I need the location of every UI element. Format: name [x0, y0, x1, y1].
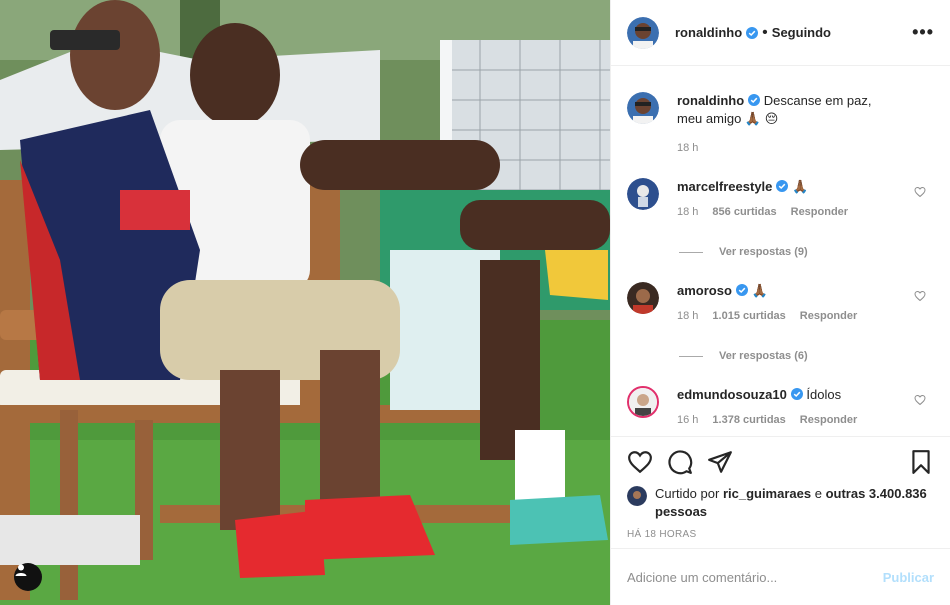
liker-avatar[interactable]: [627, 486, 647, 506]
comment-input[interactable]: [627, 569, 883, 585]
verified-badge-icon: [735, 284, 748, 296]
following-button[interactable]: Seguindo: [772, 25, 831, 40]
comments-list[interactable]: ronaldinho Descanse em paz, meu amigo 🙏🏾…: [611, 66, 950, 436]
liked-by-prefix: Curtido por: [655, 486, 720, 501]
comment-username[interactable]: amoroso: [677, 283, 732, 298]
post-timestamp[interactable]: HÁ 18 HORAS: [627, 529, 934, 540]
reply-button[interactable]: Responder: [800, 310, 857, 322]
comment-item: edmundosouza10 Ídolos 16 h 1.378 curtida…: [627, 386, 934, 426]
heart-icon[interactable]: [914, 394, 926, 406]
comment-text: edmundosouza10 Ídolos: [677, 386, 895, 404]
comment-item: marcelfreestyle 🙏🏾 18 h 856 curtidas Res…: [627, 178, 934, 218]
comment-body: 🙏🏾: [792, 179, 809, 194]
comment-text: amoroso 🙏🏾: [677, 282, 895, 300]
comment-username[interactable]: ronaldinho: [677, 93, 744, 108]
action-icons: [627, 449, 934, 475]
avatar[interactable]: [627, 92, 659, 124]
author-avatar[interactable]: [627, 16, 659, 49]
post-side-panel: ronaldinho • Seguindo ••• ronaldinho Des…: [610, 0, 950, 605]
post-header: ronaldinho • Seguindo •••: [611, 0, 950, 66]
heart-icon[interactable]: [914, 290, 926, 302]
comment-text: ronaldinho Descanse em paz, meu amigo 🙏🏾…: [677, 92, 895, 128]
comment-time: 16 h: [677, 414, 699, 426]
share-icon[interactable]: [707, 449, 733, 475]
bookmark-icon[interactable]: [908, 449, 934, 475]
reply-button[interactable]: Responder: [791, 206, 848, 218]
view-replies-button[interactable]: Ver respostas (9): [679, 246, 808, 258]
comment-username[interactable]: edmundosouza10: [677, 387, 787, 402]
instagram-post: ronaldinho • Seguindo ••• ronaldinho Des…: [0, 0, 950, 605]
separator-dot: •: [762, 23, 768, 41]
photo-illustration: [0, 0, 610, 605]
avatar[interactable]: [627, 178, 659, 210]
heart-icon[interactable]: [914, 186, 926, 198]
post-photo[interactable]: [0, 0, 610, 605]
caption-comment: ronaldinho Descanse em paz, meu amigo 🙏🏾…: [627, 92, 934, 154]
comment-likes[interactable]: 1.015 curtidas: [712, 310, 785, 322]
user-tag-icon[interactable]: [14, 563, 42, 591]
post-actions: Curtido por ric_guimaraes e outras 3.400…: [611, 436, 950, 548]
heart-icon[interactable]: [627, 449, 653, 475]
more-options-icon[interactable]: •••: [912, 22, 934, 43]
comment-time: 18 h: [677, 206, 699, 218]
verified-badge-icon: [748, 94, 761, 106]
comment-item: amoroso 🙏🏾 18 h 1.015 curtidas Responder: [627, 282, 934, 322]
add-comment-bar: Publicar: [611, 548, 950, 605]
comment-text: marcelfreestyle 🙏🏾: [677, 178, 895, 196]
likes-summary: Curtido por ric_guimaraes e outras 3.400…: [627, 485, 934, 521]
comment-username[interactable]: marcelfreestyle: [677, 179, 772, 194]
avatar[interactable]: [627, 282, 659, 314]
comment-time: 18 h: [677, 142, 699, 154]
avatar[interactable]: [627, 386, 659, 418]
verified-badge-icon: [776, 180, 789, 192]
comment-likes[interactable]: 1.378 curtidas: [712, 414, 785, 426]
comment-body: 🙏🏾: [751, 283, 768, 298]
view-replies-button[interactable]: Ver respostas (6): [679, 350, 808, 362]
publish-button[interactable]: Publicar: [883, 570, 934, 585]
comment-likes[interactable]: 856 curtidas: [712, 206, 776, 218]
comment-icon[interactable]: [667, 449, 693, 475]
author-username[interactable]: ronaldinho: [675, 25, 742, 40]
reply-button[interactable]: Responder: [800, 414, 857, 426]
verified-badge-icon: [746, 26, 759, 39]
liked-by-mid: e: [814, 486, 822, 501]
liker-username[interactable]: ric_guimaraes: [723, 486, 811, 501]
comment-time: 18 h: [677, 310, 699, 322]
verified-badge-icon: [790, 388, 803, 400]
comment-body: Ídolos: [806, 387, 842, 402]
